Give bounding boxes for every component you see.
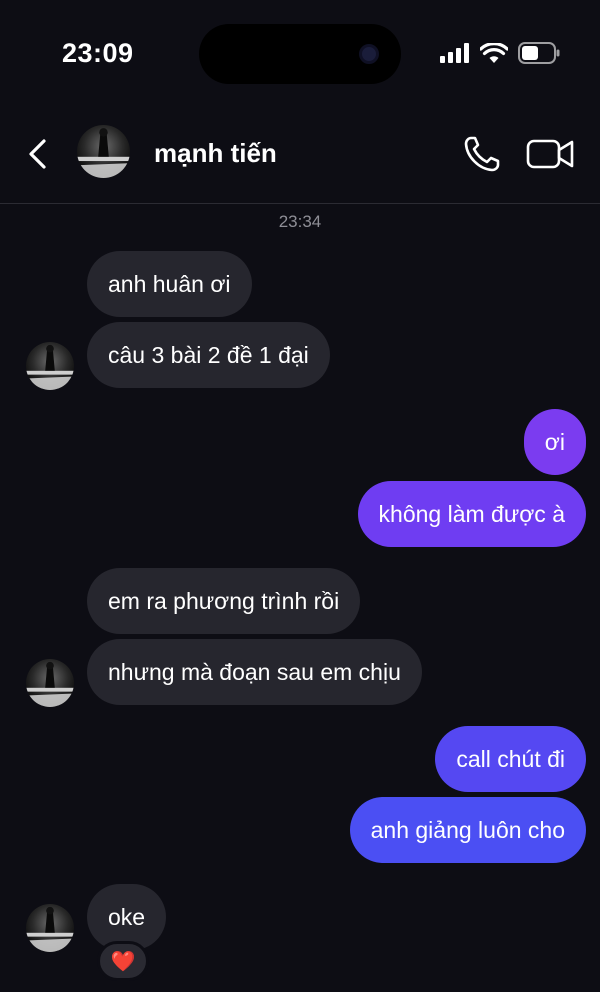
heart-reaction[interactable]: ❤️ [97,941,149,981]
video-call-button[interactable] [526,136,576,172]
status-time: 23:09 [62,38,134,68]
sender-avatar[interactable] [26,659,74,707]
status-icons [440,42,560,64]
signal-icon [440,43,469,63]
incoming-message[interactable]: nhưng mà đoạn sau em chịu [87,639,422,705]
voice-call-button[interactable] [462,134,502,174]
contact-avatar[interactable] [77,125,130,178]
incoming-message[interactable]: câu 3 bài 2 đề 1 đại [87,322,330,388]
wifi-icon [480,43,508,63]
outgoing-message[interactable]: call chút đi [435,726,586,792]
status-bar: 23:09 [0,0,600,110]
battery-icon [518,42,560,64]
chat-header: mạnh tiến [0,110,600,204]
outgoing-message[interactable]: ơi [523,409,586,475]
message-timestamp: 23:34 [278,212,322,231]
camera-icon [359,44,379,64]
video-camera-icon [526,139,574,169]
incoming-message[interactable]: em ra phương trình rồi [87,568,361,634]
incoming-message[interactable]: anh huân ơi [87,251,252,317]
back-chevron-icon [29,139,46,169]
sender-avatar[interactable] [26,904,74,952]
sender-avatar[interactable] [26,342,74,390]
contact-name[interactable]: mạnh tiến [154,138,277,169]
back-button[interactable] [22,134,52,174]
phone-icon [464,136,500,172]
outgoing-message[interactable]: không làm được à [357,481,586,547]
outgoing-message[interactable]: anh giảng luôn cho [349,797,586,863]
dynamic-island [199,24,401,84]
